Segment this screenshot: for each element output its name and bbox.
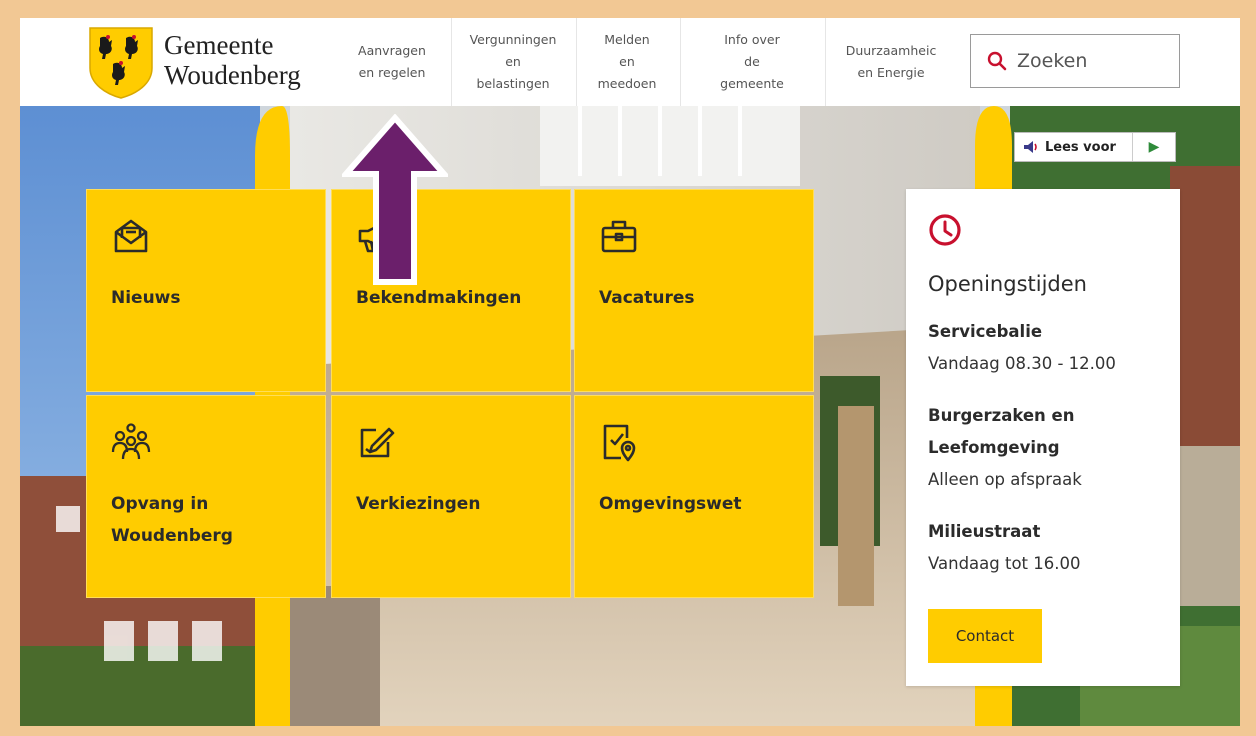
nav-divider xyxy=(825,18,826,106)
read-aloud-bar: Lees voor ▶ xyxy=(1014,132,1176,162)
tile-verkiezingen[interactable]: Verkiezingen xyxy=(331,395,571,598)
annotation-arrow-icon xyxy=(342,114,448,285)
hours-section-title: Servicebalie xyxy=(928,322,1043,341)
hours-section-title: Milieustraat xyxy=(928,522,1041,541)
read-aloud-label: Lees voor xyxy=(1045,139,1116,155)
tile-label: Nieuws xyxy=(111,288,181,308)
nav-item-melden[interactable]: Melden en meedoen xyxy=(582,18,672,106)
hours-section-text: Vandaag tot 16.00 xyxy=(928,554,1081,573)
hours-section-title: Burgerzaken en Leefomgeving xyxy=(928,406,1075,457)
tile-opvang[interactable]: Opvang in Woudenberg xyxy=(86,395,326,598)
logo[interactable]: Gemeente Woudenberg xyxy=(86,24,326,100)
hours-milieustraat: Milieustraat Vandaag tot 16.00 xyxy=(928,516,1158,580)
speaker-icon xyxy=(1024,141,1037,153)
opening-hours-title: Openingstijden xyxy=(928,272,1087,296)
browser-viewport: Gemeente Woudenberg Aanvragen en regelen… xyxy=(20,18,1240,726)
nav-divider xyxy=(576,18,577,106)
site-header: Gemeente Woudenberg Aanvragen en regelen… xyxy=(20,18,1240,106)
tile-vacatures[interactable]: Vacatures xyxy=(574,189,814,392)
read-aloud-button[interactable]: Lees voor xyxy=(1015,133,1133,161)
nav-item-info[interactable]: Info over de gemeente xyxy=(686,18,818,106)
newsletter-icon xyxy=(114,219,148,253)
tile-omgevingswet[interactable]: Omgevingswet xyxy=(574,395,814,598)
nav-item-duurzaamheid[interactable]: Duurzaamheic en Energie xyxy=(832,18,950,106)
document-location-icon xyxy=(603,424,636,462)
hero-section: Lees voor ▶ Nieuws Bekendmakingen Vacatu… xyxy=(20,106,1240,726)
tile-nieuws[interactable]: Nieuws xyxy=(86,189,326,392)
search-icon xyxy=(987,51,1007,71)
logo-line-2: Woudenberg xyxy=(164,60,301,90)
coat-of-arms-icon xyxy=(89,27,153,99)
tile-label: Bekendmakingen xyxy=(356,288,522,308)
nav-divider xyxy=(680,18,681,106)
tile-label: Verkiezingen xyxy=(356,494,481,514)
play-icon[interactable]: ▶ xyxy=(1133,139,1175,155)
contact-button[interactable]: Contact xyxy=(928,609,1042,663)
hours-servicebalie: Servicebalie Vandaag 08.30 - 12.00 xyxy=(928,316,1158,380)
opening-hours-card: Openingstijden Servicebalie Vandaag 08.3… xyxy=(906,189,1180,686)
tile-label: Vacatures xyxy=(599,288,695,308)
tile-label: Opvang in Woudenberg xyxy=(111,494,233,546)
hours-burgerzaken: Burgerzaken en Leefomgeving Alleen op af… xyxy=(928,400,1158,496)
briefcase-icon xyxy=(601,220,637,253)
nav-item-aanvragen[interactable]: Aanvragen en regelen xyxy=(340,18,444,106)
logo-text: Gemeente Woudenberg xyxy=(164,30,301,90)
search-box[interactable] xyxy=(970,34,1180,88)
ballot-pencil-icon xyxy=(360,427,395,458)
search-input[interactable] xyxy=(1017,50,1167,72)
hours-section-text: Alleen op afspraak xyxy=(928,470,1082,489)
nav-divider xyxy=(451,18,452,106)
people-group-icon xyxy=(111,423,151,460)
logo-line-1: Gemeente xyxy=(164,30,274,60)
tile-label: Omgevingswet xyxy=(599,494,742,514)
nav-item-vergunningen[interactable]: Vergunningen en belastingen xyxy=(456,18,570,106)
hours-section-text: Vandaag 08.30 - 12.00 xyxy=(928,354,1116,373)
clock-icon xyxy=(929,214,961,246)
